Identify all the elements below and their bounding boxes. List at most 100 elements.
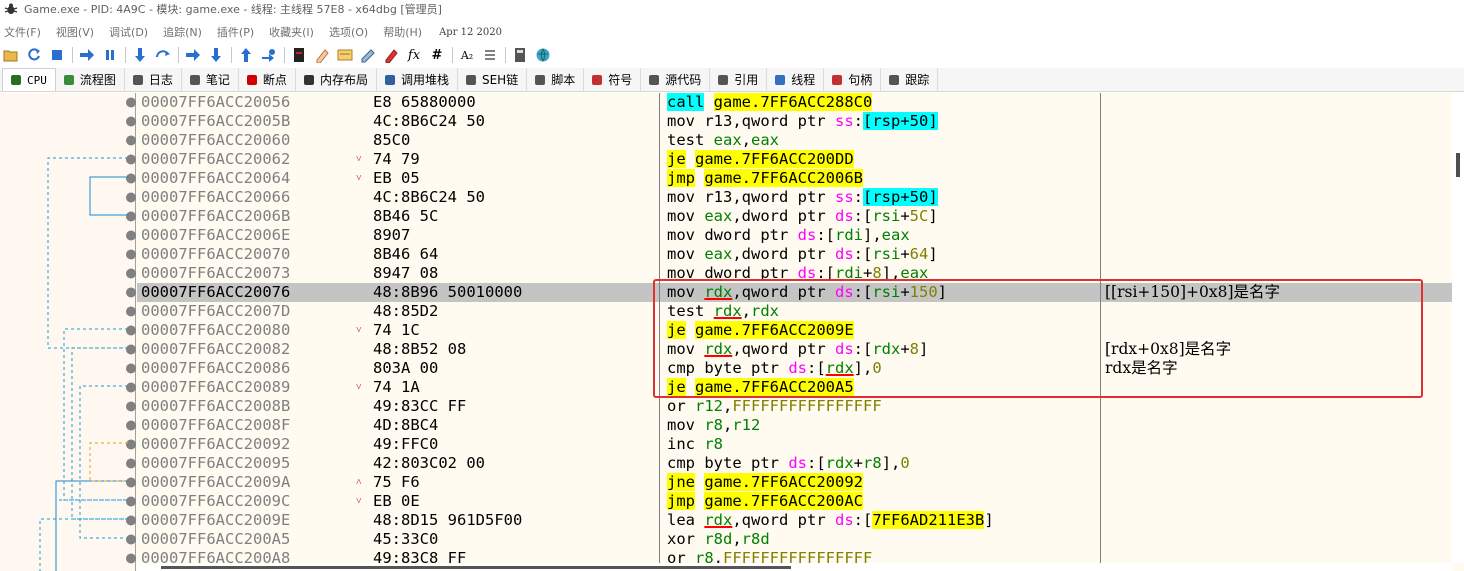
breakpoint-dot[interactable] [126,439,136,450]
breakpoint-dot[interactable] [126,306,136,317]
bytes-cell: 42:803C02 00 [373,454,485,472]
breakpoint-dot[interactable] [126,268,136,279]
step-over-icon[interactable] [154,46,172,64]
breakpoint-dot[interactable] [126,534,136,545]
tab-label: 调用堆栈 [400,73,449,87]
breakpoint-dot[interactable] [126,515,136,526]
menu-debug[interactable]: 调试(D) [109,24,148,40]
instruction-row[interactable]: 00007FF6ACC2006E 8907 mov dword ptr ds:[rd… [137,226,1452,245]
label-icon[interactable] [336,46,354,64]
tab-call-stack[interactable]: 调用堆栈 [376,68,458,91]
breakpoint-dot[interactable] [126,230,136,241]
pause-icon[interactable] [101,46,119,64]
instruction-row[interactable]: 00007FF6ACC2008B 49:83CC FF or r12,FFFFFFF… [137,397,1452,416]
menu-file[interactable]: 文件(F) [4,24,41,40]
function-icon[interactable] [382,46,400,64]
breakpoint-dot[interactable] [126,211,136,222]
breakpoint-dot[interactable] [126,496,136,507]
instruction-row[interactable]: 00007FF6ACC20060 85C0 test eax,eax [137,131,1452,150]
tab-handles[interactable]: 句柄 [824,68,882,91]
help-icon[interactable] [534,46,552,64]
menu-trace[interactable]: 追踪(N) [163,24,202,40]
breakpoint-dot[interactable] [126,382,136,393]
instruction-row[interactable]: 00007FF6ACC20056 E8 65880000 call game.7FF… [137,93,1452,112]
disassembly-view[interactable]: 00007FF6ACC20056 E8 65880000 call game.7FF… [0,93,1464,571]
bookmark-icon[interactable] [359,46,377,64]
run-icon[interactable] [78,46,96,64]
menu-help[interactable]: 帮助(H) [383,24,422,40]
tab-symbols[interactable]: 符号 [584,68,642,91]
breakpoint-dot[interactable] [126,97,136,108]
breakpoint-dot[interactable] [126,553,136,564]
breakpoint-dot[interactable] [126,135,136,146]
instruction-row[interactable]: 00007FF6ACC200A5 45:33C0 xor r8d,r8d [137,530,1452,549]
run-to-user-code-icon[interactable] [260,46,278,64]
instruction-row[interactable]: 00007FF6ACC20062 ˅ 74 79 je game.7FF6ACC200… [137,150,1452,169]
breakpoint-dot[interactable] [126,458,136,469]
breakpoint-dot[interactable] [126,401,136,412]
breakpoint-dot[interactable] [126,249,136,260]
address-cell: 00007FF6ACC20056 [141,93,291,111]
tab-memory-map[interactable]: 内存布局 [295,68,377,91]
stop-icon[interactable] [48,46,66,64]
breakpoint-dot[interactable] [126,477,136,488]
instruction-row[interactable]: 00007FF6ACC2008F 4D:8BC4 mov r8,r12 [137,416,1452,435]
breakpoint-dot[interactable] [126,192,136,203]
instruction-row[interactable]: 00007FF6ACC2006B 8B46 5C mov eax,dword ptr… [137,207,1452,226]
breakpoint-dot[interactable] [126,363,136,374]
tab-trace[interactable]: 跟踪 [881,68,939,91]
instruction-token: :[ [807,454,826,472]
breakpoint-dot[interactable] [126,116,136,127]
horizontal-scrollbar[interactable] [137,563,1452,571]
bug-icon [4,3,18,14]
instruction-token: FFFFFFFFFFFFFFFF [732,397,882,415]
instruction-row[interactable]: 00007FF6ACC20066 4C:8B6C24 50 mov r13,qwor… [137,188,1452,207]
tab-notes[interactable]: 笔记 [181,68,239,91]
menu-plugins[interactable]: 插件(P) [217,24,254,40]
tab-graph[interactable]: 流程图 [55,68,125,91]
instruction-row[interactable]: 00007FF6ACC20070 8B46 64 mov eax,dword ptr… [137,245,1452,264]
instruction-row[interactable]: 00007FF6ACC2009E 48:8D15 961D5F00 lea rdx,… [137,511,1452,530]
tab-references[interactable]: 引用 [710,68,768,91]
tab-script[interactable]: 脚本 [527,68,585,91]
hash-icon[interactable]: # [428,46,446,64]
trace-over-icon[interactable] [207,46,225,64]
tab-threads[interactable]: 线程 [767,68,825,91]
instruction-row[interactable]: 00007FF6ACC20092 49:FFC0 inc r8 [137,435,1452,454]
menu-view[interactable]: 视图(V) [56,24,94,40]
restart-icon[interactable] [25,46,43,64]
scroll-thumb[interactable] [161,566,791,569]
breakpoint-dot[interactable] [126,344,136,355]
instruction-row[interactable]: 00007FF6ACC2009A ˄ 75 F6 jne game.7FF6ACC20… [137,473,1452,492]
list-icon[interactable] [481,46,499,64]
patch-icon[interactable] [290,46,308,64]
open-icon[interactable] [2,46,20,64]
instruction-row[interactable]: 00007FF6ACC2005B 4C:8B6C24 50 mov r13,qwor… [137,112,1452,131]
analyze-icon[interactable]: fx [405,46,423,64]
menu-favourites[interactable]: 收藏夹(I) [269,24,314,40]
step-into-icon[interactable] [131,46,149,64]
tab-log[interactable]: 日志 [124,68,182,91]
instruction-row[interactable]: 00007FF6ACC20095 42:803C02 00 cmp byte ptr… [137,454,1452,473]
tab-breakpoint[interactable]: 断点 [238,68,296,91]
scroll-thumb[interactable] [1456,153,1460,177]
instruction-row[interactable]: 00007FF6ACC2009C ˅ EB 0E jmp game.7FF6ACC20… [137,492,1452,511]
tab-seh[interactable]: SEH链 [457,68,528,91]
trace-into-icon[interactable] [184,46,202,64]
breakpoint-dot[interactable] [126,287,136,298]
tab-cpu[interactable]: CPU [2,68,56,91]
breakpoint-dot[interactable] [126,325,136,336]
tab-source[interactable]: 源代码 [641,68,711,91]
vertical-scrollbar[interactable] [1452,93,1464,563]
calculator-icon[interactable] [511,46,529,64]
breakpoint-dot[interactable] [126,154,136,165]
comment-icon[interactable] [313,46,331,64]
instruction-token: ss [834,112,854,130]
tab-label: 符号 [608,73,633,87]
instruction-row[interactable]: 00007FF6ACC20064 ˅ EB 05 jmp game.7FF6ACC20… [137,169,1452,188]
font-icon[interactable]: A₂ [458,46,476,64]
execute-till-return-icon[interactable] [237,46,255,64]
menu-options[interactable]: 选项(O) [329,24,368,40]
breakpoint-dot[interactable] [126,173,136,184]
breakpoint-dot[interactable] [126,420,136,431]
